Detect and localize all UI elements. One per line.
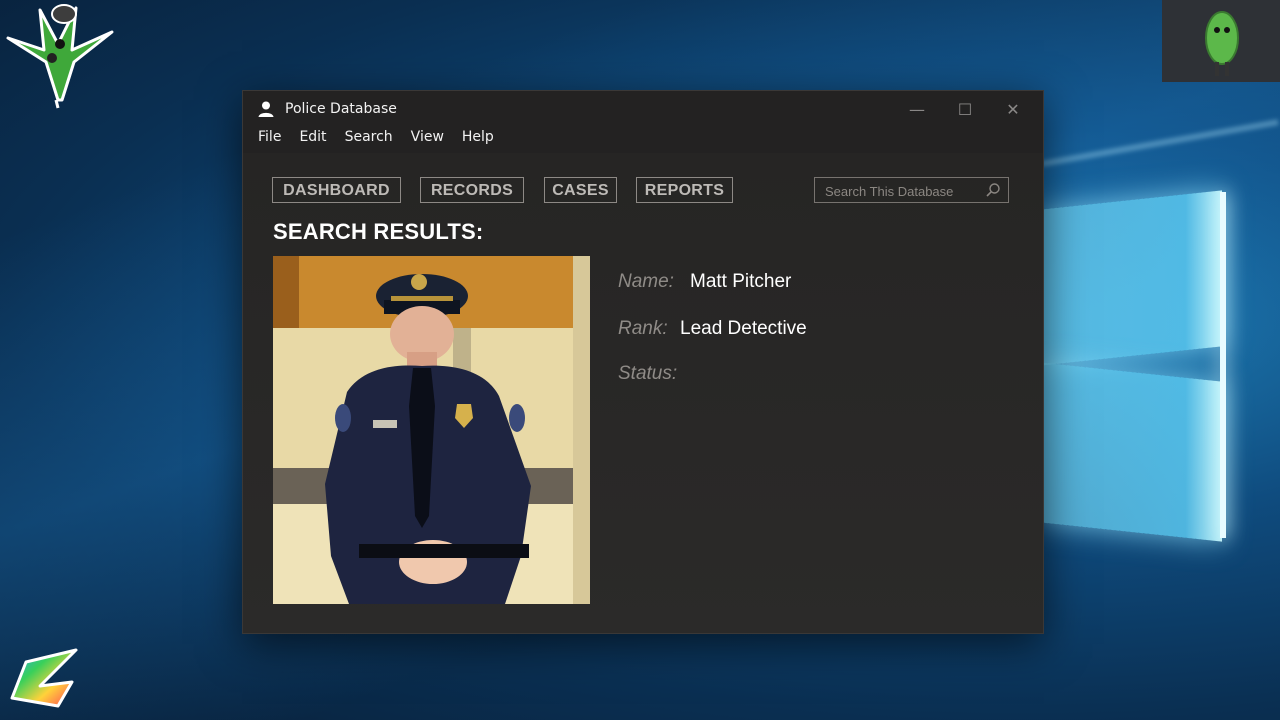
rank-label: Rank: xyxy=(618,318,668,339)
title-bar[interactable]: Police Database — ☐ ✕ xyxy=(243,91,1043,129)
menu-file[interactable]: File xyxy=(249,127,290,151)
cases-button[interactable]: CASES xyxy=(544,177,617,203)
search-input[interactable] xyxy=(823,181,987,201)
menu-help[interactable]: Help xyxy=(453,127,503,151)
records-button[interactable]: RECORDS xyxy=(420,177,524,203)
close-button[interactable]: ✕ xyxy=(995,97,1031,123)
officer-photo xyxy=(273,256,590,604)
rank-value: Lead Detective xyxy=(680,318,807,339)
wallpaper-window-frame-edge xyxy=(1220,192,1226,538)
user-icon xyxy=(258,101,274,117)
search-results-heading: SEARCH RESULTS: xyxy=(273,219,484,244)
status-label: Status: xyxy=(618,363,678,384)
minimize-button[interactable]: — xyxy=(899,97,935,123)
colorful-channel-logo xyxy=(10,648,78,708)
menu-search[interactable]: Search xyxy=(336,127,402,151)
police-database-window: Police Database — ☐ ✕ File Edit Search V… xyxy=(242,90,1044,634)
wallpaper-window-pane-top xyxy=(1040,190,1222,366)
wallpaper-window-pane-bottom xyxy=(1040,362,1222,542)
menu-edit[interactable]: Edit xyxy=(290,127,335,151)
dashboard-button[interactable]: DASHBOARD xyxy=(272,177,401,203)
reports-button[interactable]: REPORTS xyxy=(636,177,733,203)
leaf-character-icon xyxy=(1205,11,1239,76)
maximize-button[interactable]: ☐ xyxy=(947,97,983,123)
name-label: Name: xyxy=(618,271,674,292)
menu-view[interactable]: View xyxy=(402,127,453,151)
leaf-mascot-logo xyxy=(6,4,114,109)
search-box xyxy=(814,177,1009,203)
search-icon[interactable] xyxy=(985,182,1001,198)
corner-mascot-thumbnail xyxy=(1162,0,1280,82)
menu-bar: File Edit Search View Help xyxy=(249,127,503,151)
name-value: Matt Pitcher xyxy=(690,271,792,292)
main-content: DASHBOARD RECORDS CASES REPORTS SEARCH R… xyxy=(243,153,1043,633)
window-title: Police Database xyxy=(285,101,397,117)
wallpaper-light-ray xyxy=(1041,119,1279,167)
